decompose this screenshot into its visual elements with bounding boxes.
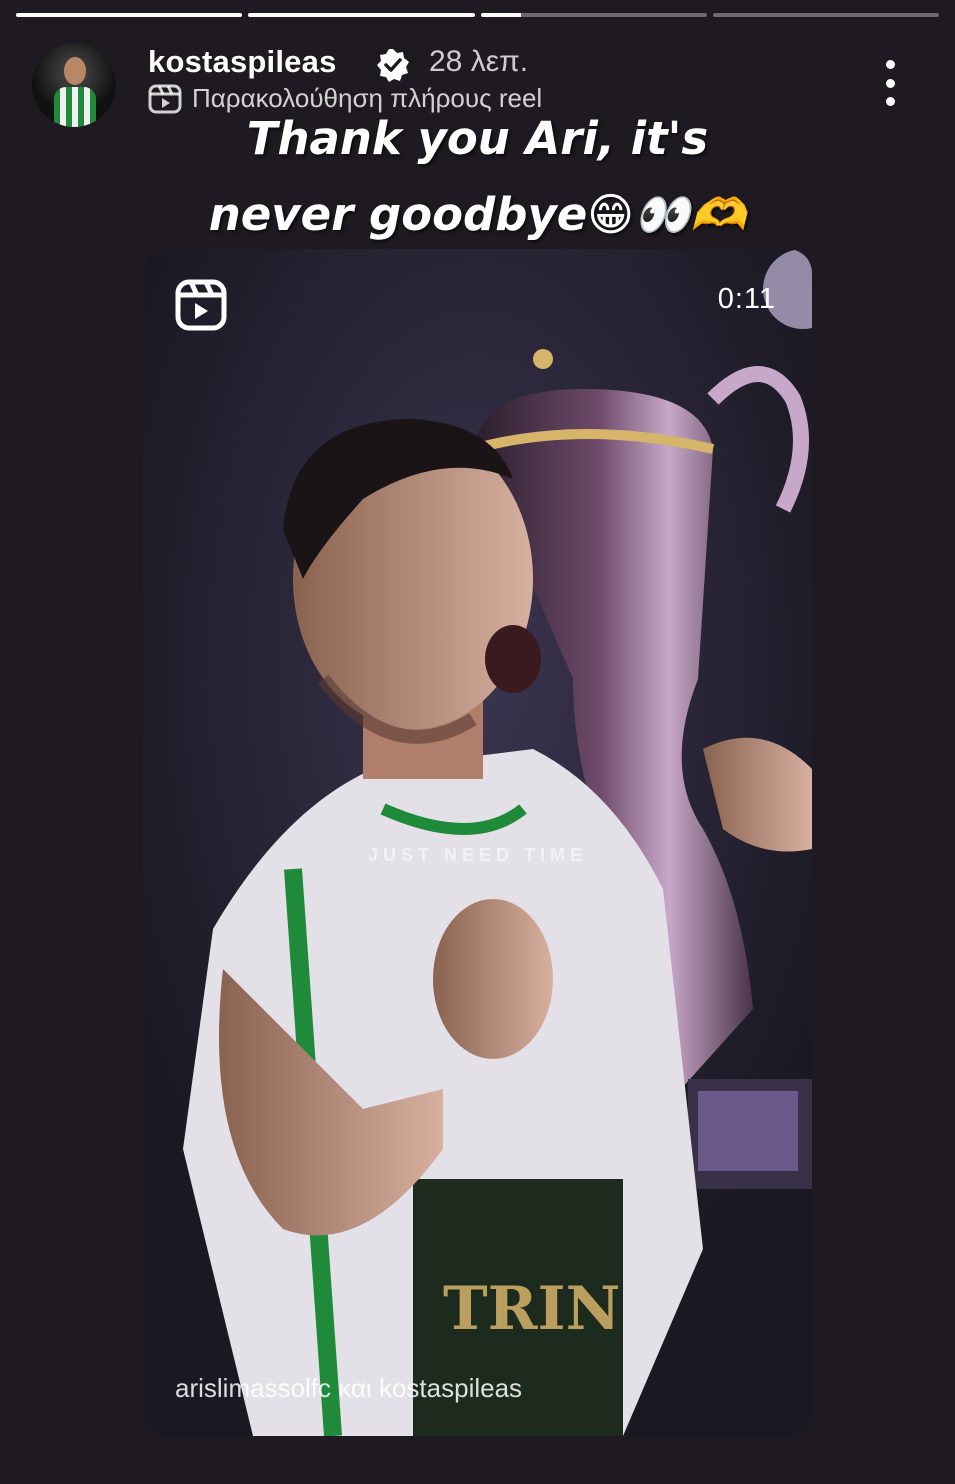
svg-text:TRIN: TRIN: [443, 1274, 620, 1344]
reels-icon: [175, 279, 227, 331]
story-caption-line-2: never goodbye😁👀🫶: [208, 188, 747, 241]
reel-thumbnail-image: TRIN: [143, 249, 812, 1436]
username[interactable]: kostaspileas: [148, 44, 337, 80]
story-caption-line-1: Thank you Ari, it's: [246, 112, 709, 165]
reel-credit[interactable]: arislimassolfc και kostaspileas: [175, 1373, 522, 1404]
reel-overlay-text: JUST NEED TIME: [367, 845, 588, 865]
story-progress-bar: [16, 13, 939, 17]
progress-segment: [16, 13, 243, 17]
shared-reel-card[interactable]: TRIN 0:11 JUST NEED TIME arislimassolfc …: [143, 249, 812, 1436]
reels-icon: [148, 84, 182, 113]
progress-segment: [248, 13, 475, 17]
progress-segment: [480, 13, 707, 17]
watch-full-reel-label: Παρακολούθηση πλήρους reel: [192, 83, 543, 113]
more-vertical-icon: [885, 60, 895, 69]
reel-duration: 0:11: [717, 283, 776, 315]
more-options-button[interactable]: [880, 60, 900, 106]
progress-segment: [712, 13, 939, 17]
watch-full-reel-link[interactable]: Παρακολούθηση πλήρους reel: [148, 83, 542, 114]
post-time: 28 λεπ.: [429, 45, 529, 78]
verified-badge-icon: [377, 49, 409, 82]
